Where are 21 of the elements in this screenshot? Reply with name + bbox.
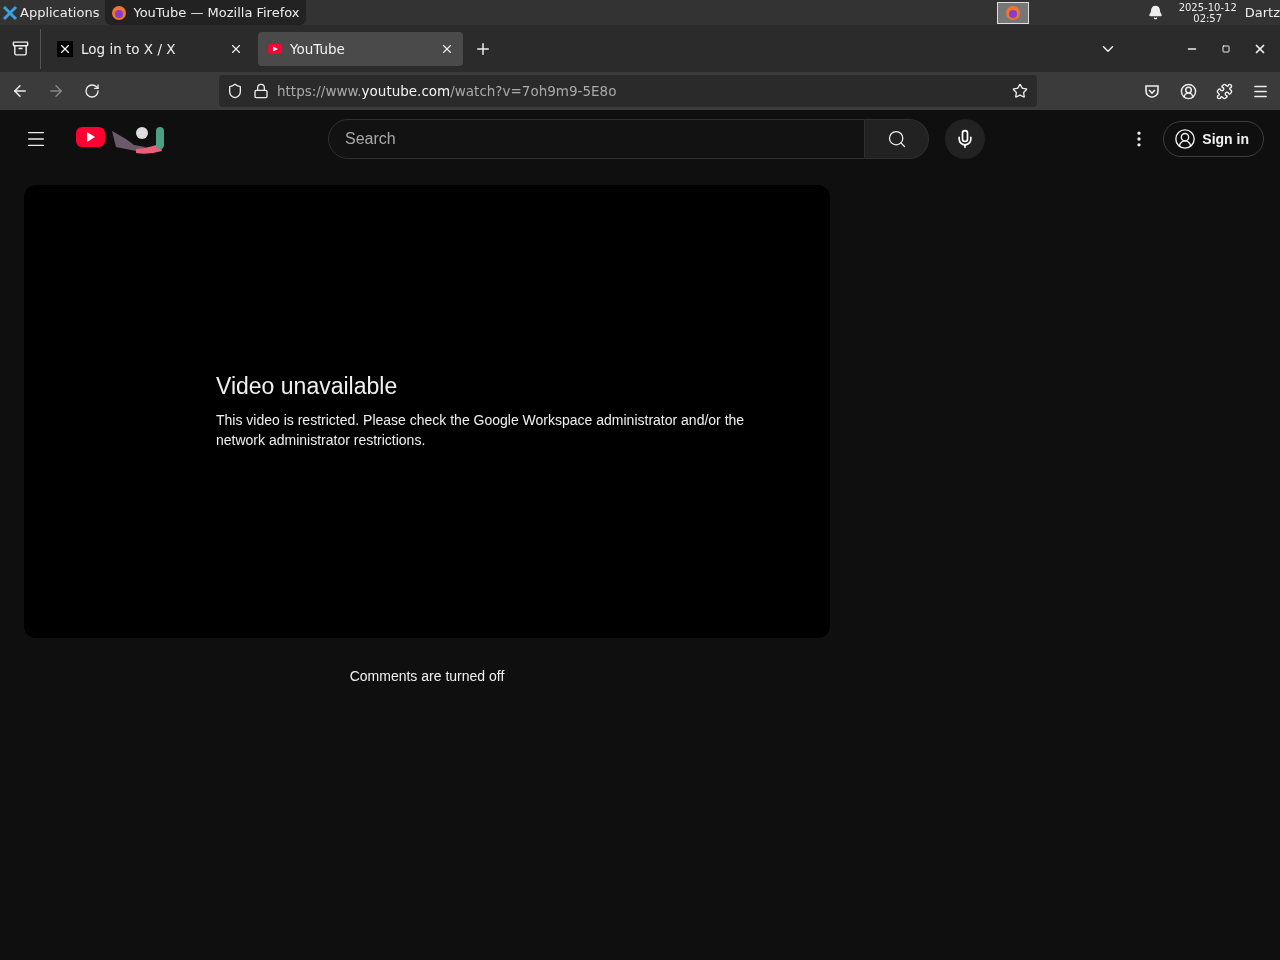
applications-menu[interactable]: Applications xyxy=(20,5,100,20)
youtube-icon xyxy=(268,43,282,54)
browser-tab[interactable]: Log in to X / X xyxy=(47,31,252,66)
taskbar-window-button[interactable]: YouTube — Mozilla Firefox xyxy=(105,0,306,25)
microphone-button[interactable] xyxy=(945,119,985,159)
search-field[interactable]: Search xyxy=(328,119,865,159)
user-icon xyxy=(1174,128,1197,150)
browser-tab[interactable]: YouTube xyxy=(258,31,463,66)
error-message: This video is restricted. Please check the Google Workspace administrator and/or the network administrator restrictions. xyxy=(216,411,746,450)
browser-icon xyxy=(111,4,128,21)
apps-menu-icon[interactable] xyxy=(2,4,18,21)
browser-launcher-icon[interactable] xyxy=(996,1,1029,24)
x-logo-icon xyxy=(57,40,73,57)
microphone-icon xyxy=(955,129,975,149)
search-icon xyxy=(886,129,907,149)
error-title: Video unavailable xyxy=(216,373,399,400)
clock: 2025-10-12 02:57 xyxy=(1178,1,1237,24)
comments-notice: Comments are turned off xyxy=(348,668,506,684)
address-field[interactable]: https://www.youtube.com/watch?v=7oh9m9-5E8o xyxy=(219,75,1037,107)
user-name[interactable]: Dartz xyxy=(1244,5,1280,20)
search-button[interactable] xyxy=(865,119,929,159)
